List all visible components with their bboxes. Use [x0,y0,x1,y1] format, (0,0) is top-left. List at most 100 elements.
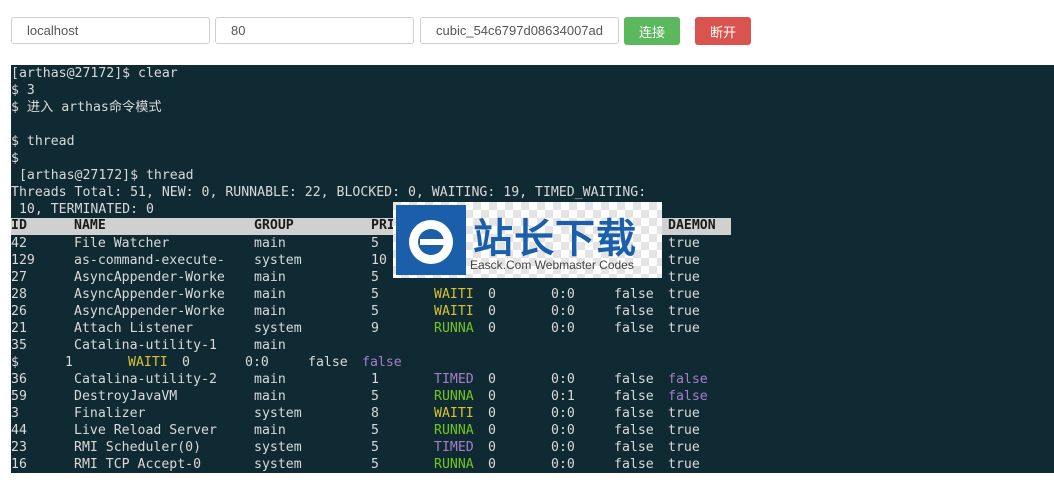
cell-name: Attach Listener [74,321,194,336]
cell-group: system [254,440,302,455]
cell-pri: 5 [371,270,379,285]
cell-interrupted: false [614,440,654,455]
cell-time: 0:0 [551,321,575,336]
cell-cpu: 0 [488,287,496,302]
cell-group: main [254,338,286,353]
cell-daemon: true [668,406,700,421]
cell-daemon: true [668,253,700,268]
thread-table-row: 36 Catalina-utility-2 main 1 TIMED 0 0:0 false f… [11,371,1054,388]
cell-name: Catalina-utility-1 [74,338,217,353]
watermark-subtitle: Easck.Com Webmaster Codes [470,258,634,272]
cell-cpu: 0 [488,372,496,387]
cell-cpu: 0 [488,406,496,421]
cell-pri: 8 [371,406,379,421]
header-group: GROUP [254,218,294,233]
header-pri: PRI [371,218,395,233]
cell-pri: 9 [371,321,379,336]
cell-state: WAITI [434,287,474,302]
cell-id: 35 [11,338,27,353]
cell-daemon: false [668,372,708,387]
cell-id: 16 [11,457,27,472]
cell-name: AsyncAppender-Worke [74,287,225,302]
cell-interrupted: false [614,406,654,421]
cell-time: 0:0 [551,304,575,319]
cell-state: WAITI [434,304,474,319]
terminal-line: $ [11,151,19,166]
cell-state: RUNNA [434,389,474,404]
cell-time: 0:0 [551,287,575,302]
cell-cpu: 0 [182,355,190,370]
port-input[interactable] [215,17,414,44]
connect-button[interactable]: 连接 [624,17,680,45]
cell-time: 0:1 [551,389,575,404]
cell-state: WAITI [434,406,474,421]
terminal-line: $ 进入 arthas命令模式 [11,100,162,115]
cell-daemon: true [668,270,700,285]
cell-time: 0:0 [551,372,575,387]
cell-interrupted: false [614,389,654,404]
cell-daemon: true [668,321,700,336]
cell-pri: 5 [371,389,379,404]
cell-state: RUNNA [434,321,474,336]
cell-interrupted: false [614,457,654,472]
thread-table-row: 26 AsyncAppender-Worke main 5 WAITI 0 0:0 false… [11,303,1054,320]
cell-name: Finalizer [74,406,146,421]
cell-pri: 5 [371,440,379,455]
cell-pri: 5 [371,304,379,319]
terminal-line: $ thread [11,134,75,149]
thread-table-row: 3 Finalizer system 8 WAITI 0 0:0 false true [11,405,1054,422]
cell-cpu: 0 [488,304,496,319]
cell-interrupted: false [614,321,654,336]
cell-daemon: true [668,457,700,472]
terminal-line: 10, TERMINATED: 0 [11,202,154,217]
thread-table-row: 23 RMI Scheduler(0) system 5 TIMED 0 0:0 false t… [11,439,1054,456]
disconnect-button[interactable]: 断开 [695,17,751,45]
thread-table-row: 44 Live Reload Server main 5 RUNNA 0 0:0 false t… [11,422,1054,439]
cell-daemon: false [668,389,708,404]
cell-id: 21 [11,321,27,336]
site-watermark: 站长下载 Easck.Com Webmaster Codes [393,202,662,278]
cell-state: TIMED [434,440,474,455]
cell-state: TIMED [434,372,474,387]
cell-id: 23 [11,440,27,455]
cell-daemon: true [668,287,700,302]
thread-table-row: 35 Catalina-utility-1 main [11,337,1054,354]
connection-toolbar: 连接 断开 [0,0,1054,62]
cell-id: 26 [11,304,27,319]
cell-state: RUNNA [434,457,474,472]
cell-group: system [254,457,302,472]
cell-group: main [254,304,286,319]
cell-name: RMI TCP Accept-0 [74,457,202,472]
cell-interrupted: false [614,372,654,387]
wrapped-table-row: $ 1 WAITI 0 0:0 false false [11,354,1054,371]
cell-daemon: true [668,236,700,251]
cell-name: DestroyJavaVM [74,389,178,404]
cell-group: main [254,287,286,302]
cell-daemon: false [362,355,402,370]
cell-group: main [254,389,286,404]
cell-cpu: 0 [488,457,496,472]
cell-group: main [254,423,286,438]
watermark-title: 站长下载 [473,216,637,262]
cell-time: 0:0 [551,406,575,421]
cell-name: Live Reload Server [74,423,217,438]
cell-name: AsyncAppender-Worke [74,304,225,319]
cell-interrupted: false [614,287,654,302]
cell-group: main [254,372,286,387]
cell-group: main [254,236,286,251]
agent-id-input[interactable] [420,17,619,44]
thread-table-row: 16 RMI TCP Accept-0 system 5 RUNNA 0 0:0 false t… [11,456,1054,473]
cell-name: as-command-execute- [74,253,225,268]
thread-table-row: 28 AsyncAppender-Worke main 5 WAITI 0 0:0 false… [11,286,1054,303]
thread-table-row: 21 Attach Listener system 9 RUNNA 0 0:0 false tr… [11,320,1054,337]
cell-name: AsyncAppender-Worke [74,270,225,285]
cell-time: 0:0 [551,423,575,438]
terminal-line: [arthas@27172]$ clear [11,66,178,81]
thread-table-row: 59 DestroyJavaVM main 5 RUNNA 0 0:1 false false [11,388,1054,405]
cell-cpu: 0 [488,389,496,404]
cell-id: 42 [11,236,27,251]
header-name: NAME [74,218,106,233]
host-input[interactable] [11,17,210,44]
header-daemon: DAEMON [668,218,716,233]
cell-cpu: 0 [488,440,496,455]
